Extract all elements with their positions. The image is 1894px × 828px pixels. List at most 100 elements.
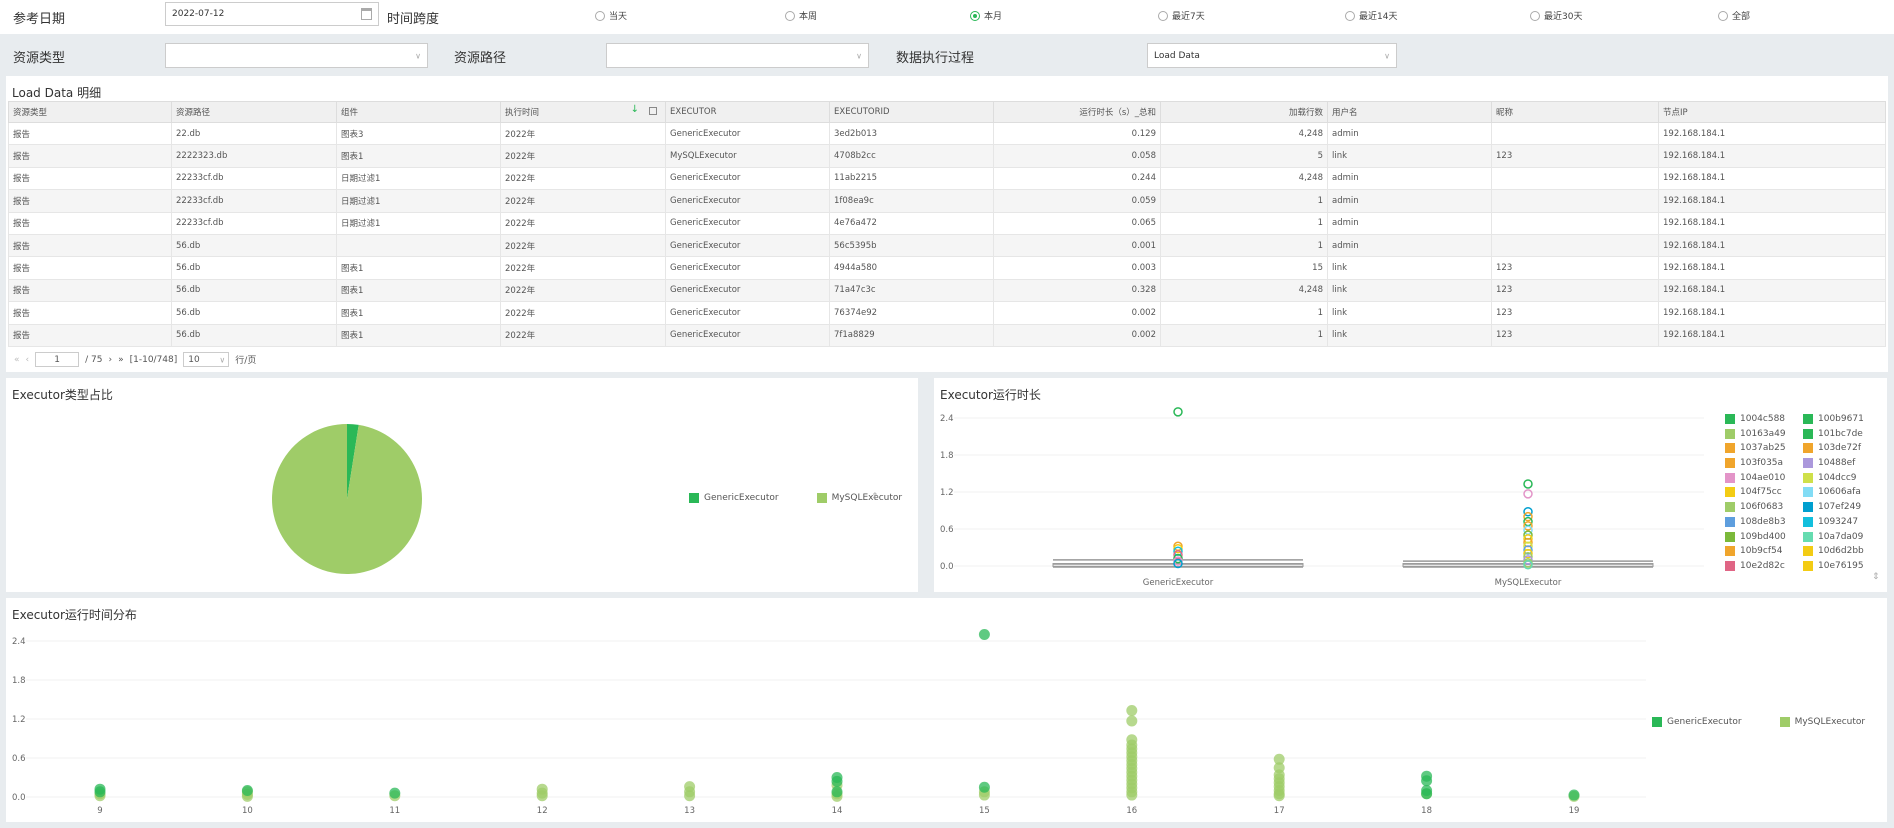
legend-item[interactable]: 103f035a — [1725, 458, 1803, 469]
column-header[interactable]: 执行时间 ↓ — [500, 101, 666, 123]
scatter-point[interactable] — [241, 785, 253, 796]
legend-item[interactable]: 1004c588 — [1725, 414, 1803, 424]
legend-item[interactable]: 104f75cc — [1725, 487, 1803, 498]
radio-icon[interactable] — [970, 10, 980, 21]
table-row[interactable]: 报告 56.db 图表1 2022年 GenericExecutor 7f1a8829 0.… — [8, 323, 1886, 347]
page-size-select[interactable]: 10 ∨ — [183, 352, 230, 367]
radio-icon[interactable] — [785, 10, 795, 21]
load-data-detail-panel: Load Data 明细 资源类型 资源路径 组件 执行时间 ↓ EXECUTOR EXEC… — [6, 76, 1888, 372]
radio-option[interactable]: 本月 — [970, 9, 1002, 22]
scatter-point[interactable] — [978, 781, 990, 793]
ref-date-input[interactable]: 2022-07-12 — [165, 2, 379, 26]
column-header[interactable]: 资源路径 — [171, 101, 337, 123]
outlier-point[interactable] — [1173, 407, 1183, 417]
table-row[interactable]: 报告 56.db 图表1 2022年 GenericExecutor 76374e92 0.… — [8, 301, 1886, 325]
column-header[interactable]: 节点IP — [1658, 101, 1886, 123]
outlier-point[interactable] — [1523, 479, 1533, 489]
resource-type-select[interactable]: ∨ — [165, 43, 428, 68]
process-select[interactable]: Load Data ∨ — [1147, 43, 1397, 68]
radio-option[interactable]: 本周 — [785, 9, 817, 22]
radio-icon[interactable] — [1718, 10, 1728, 21]
radio-icon[interactable] — [1530, 10, 1540, 21]
table-row[interactable]: 报告 22233cf.db 日期过滤1 2022年 GenericExecutor 1f0… — [8, 189, 1886, 213]
scatter-point[interactable] — [389, 787, 401, 799]
legend-scroll-icon[interactable]: ⇕ — [871, 492, 879, 502]
scatter-point[interactable] — [1568, 789, 1580, 801]
last-page-icon[interactable]: » — [118, 355, 124, 365]
legend-scroll-icon[interactable]: ⇕ — [1872, 572, 1880, 582]
table-row[interactable]: 报告 56.db 图表1 2022年 GenericExecutor 4944a580 0.… — [8, 256, 1886, 280]
column-header[interactable]: 运行时长（s）_总和 — [993, 101, 1161, 123]
scatter-point[interactable] — [1126, 715, 1138, 727]
table-row[interactable]: 报告 2222323.db 图表1 2022年 MySQLExecutor 4708b2c… — [8, 144, 1886, 168]
legend-item[interactable]: 10e76195 — [1803, 560, 1881, 571]
pie-slice[interactable] — [272, 424, 422, 574]
column-header[interactable]: 昵称 — [1491, 101, 1659, 123]
radio-icon[interactable] — [1158, 10, 1168, 21]
column-header-label: 组件 — [341, 108, 359, 118]
legend-item[interactable]: 100b9671 — [1803, 414, 1881, 424]
legend-item[interactable]: 103de72f — [1803, 443, 1881, 454]
scatter-point[interactable] — [1421, 775, 1433, 787]
legend-item[interactable]: 109bd400 — [1725, 531, 1803, 542]
legend-item[interactable]: 10d6d2bb — [1803, 546, 1881, 557]
legend-item[interactable]: 104dcc9 — [1803, 472, 1881, 483]
legend-item[interactable]: 107ef249 — [1803, 502, 1881, 513]
table-cell: 报告 — [8, 121, 172, 146]
legend-item[interactable]: 10163a49 — [1725, 428, 1803, 439]
radio-option[interactable]: 当天 — [595, 9, 627, 22]
radio-option[interactable]: 最近30天 — [1530, 9, 1582, 22]
legend-item[interactable]: 106f0683 — [1725, 502, 1803, 513]
legend-item[interactable]: 10b9cf54 — [1725, 546, 1803, 557]
legend-item[interactable]: 10e2d82c — [1725, 560, 1803, 571]
scatter-point[interactable] — [536, 790, 548, 802]
scatter-point[interactable] — [1126, 789, 1138, 801]
resource-path-select[interactable]: ∨ — [606, 43, 869, 68]
table-row[interactable]: 报告 22.db 图表3 2022年 GenericExecutor 3ed2b013 0.… — [8, 121, 1886, 146]
legend-item[interactable]: 108de8b3 — [1725, 516, 1803, 527]
column-header[interactable]: 资源类型 — [8, 101, 172, 123]
scatter-point[interactable] — [684, 790, 696, 802]
column-header[interactable]: 用户名 — [1327, 101, 1492, 123]
outlier-point[interactable] — [1523, 489, 1533, 499]
scatter-point[interactable] — [831, 786, 843, 798]
scatter-point[interactable] — [1273, 790, 1285, 802]
radio-icon[interactable] — [595, 10, 605, 21]
table-row[interactable]: 报告 56.db 2022年 GenericExecutor 56c5395b 0.001… — [8, 233, 1886, 258]
legend-item[interactable]: MySQLExecutor — [1779, 717, 1865, 727]
column-header[interactable]: 组件 — [336, 101, 501, 123]
calendar-icon[interactable] — [361, 8, 372, 20]
page-number-input[interactable]: 1 — [35, 352, 80, 367]
next-page-icon[interactable]: › — [108, 355, 112, 365]
sort-desc-icon[interactable]: ↓ — [631, 104, 639, 115]
column-menu-icon[interactable] — [649, 107, 657, 115]
scatter-point[interactable] — [1421, 788, 1433, 800]
scatter-point[interactable] — [831, 775, 843, 787]
prev-page-icon[interactable]: ‹ — [26, 355, 30, 365]
table-row[interactable]: 报告 56.db 图表1 2022年 GenericExecutor 71a47c3c 0.… — [8, 278, 1886, 303]
legend-item[interactable]: 10606afa — [1803, 487, 1881, 498]
column-header[interactable]: 加载行数 — [1160, 101, 1328, 123]
column-header[interactable]: EXECUTORID — [829, 101, 994, 123]
legend-item[interactable]: 10488ef — [1803, 458, 1881, 469]
scatter-point[interactable] — [94, 786, 106, 798]
scatter-point[interactable] — [978, 629, 990, 640]
radio-option[interactable]: 全部 — [1718, 9, 1750, 22]
legend-item[interactable]: 104ae010 — [1725, 472, 1803, 483]
legend-item[interactable]: GenericExecutor — [689, 493, 779, 503]
radio-option[interactable]: 最近7天 — [1158, 9, 1205, 22]
column-header[interactable]: EXECUTOR — [665, 101, 830, 123]
table-row[interactable]: 报告 22233cf.db 日期过滤1 2022年 GenericExecutor 11a… — [8, 166, 1886, 191]
legend-item[interactable]: 1037ab25 — [1725, 443, 1803, 454]
legend-item[interactable]: GenericExecutor — [1652, 717, 1742, 727]
scatter-point[interactable] — [1126, 705, 1138, 717]
table-row[interactable]: 报告 22233cf.db 日期过滤1 2022年 GenericExecutor 4e7… — [8, 211, 1886, 235]
radio-option[interactable]: 最近14天 — [1345, 9, 1397, 22]
legend-item[interactable]: 1093247 — [1803, 516, 1881, 527]
table-cell: link — [1327, 301, 1492, 325]
first-page-icon[interactable]: « — [14, 355, 20, 365]
legend-item[interactable]: 101bc7de — [1803, 428, 1881, 439]
legend-item[interactable]: 10a7da09 — [1803, 531, 1881, 542]
radio-icon[interactable] — [1345, 10, 1355, 21]
legend-item[interactable]: MySQLExecutor — [816, 493, 902, 503]
